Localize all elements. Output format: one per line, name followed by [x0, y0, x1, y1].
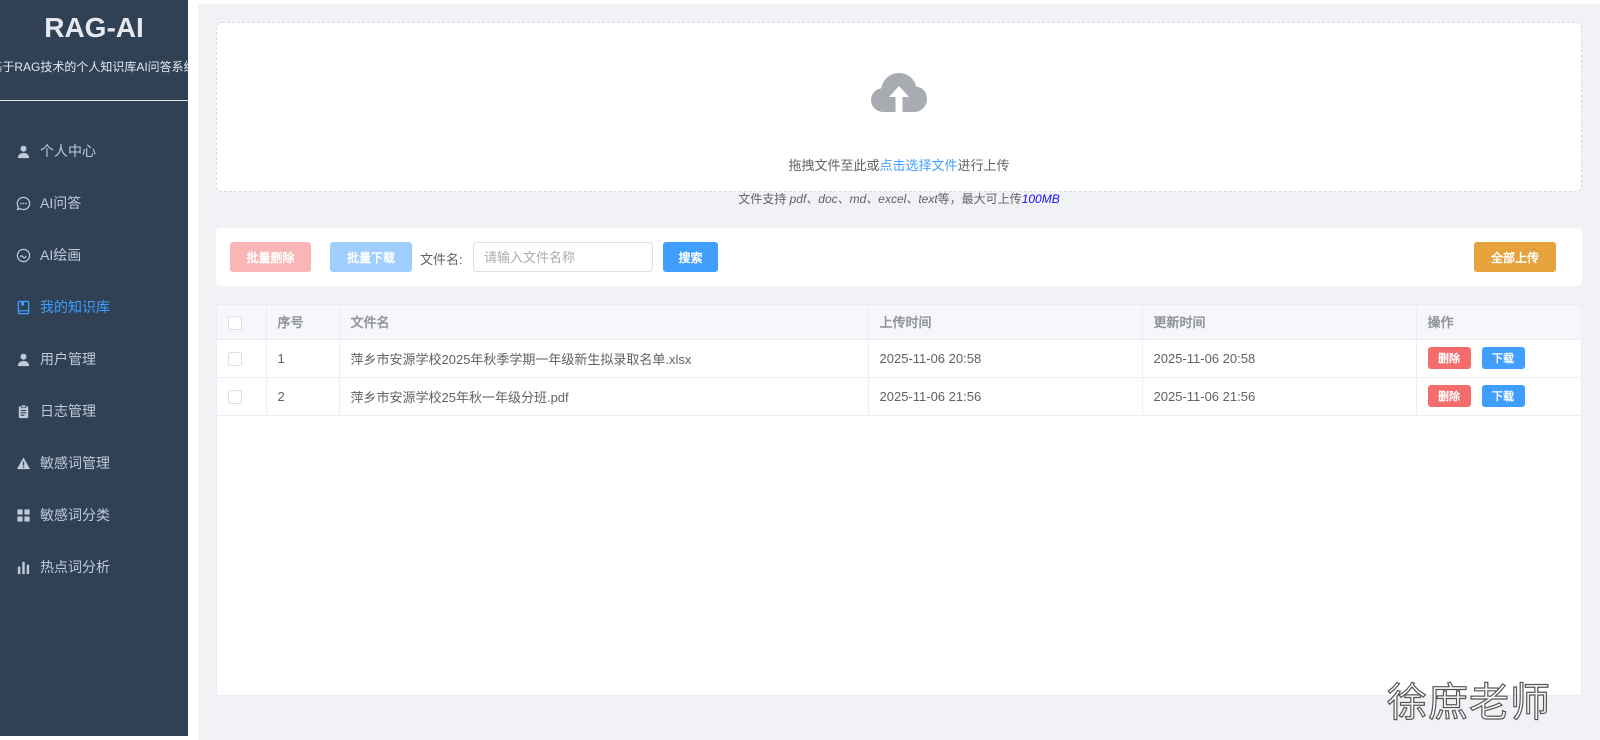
user-icon	[16, 352, 31, 367]
sidebar-menu: 个人中心 AI问答 AI绘画 我的知识库 用户管理 日志管理 敏感词管理 敏感词…	[0, 125, 188, 593]
row-select-cell	[217, 377, 267, 416]
row-update-time: 2025-11-06 20:58	[1142, 339, 1417, 378]
row-checkbox[interactable]	[228, 389, 242, 404]
sidebar-item-label: 日志管理	[40, 403, 96, 419]
row-filename: 萍乡市安源学校25年秋一年级分班.pdf	[339, 377, 869, 416]
sidebar-item-profile[interactable]: 个人中心	[0, 125, 188, 177]
upload-all-button[interactable]: 全部上传	[1474, 242, 1556, 272]
sidebar-item-hot-words[interactable]: 热点词分析	[0, 541, 188, 593]
row-download-button[interactable]: 下载	[1481, 347, 1525, 369]
upload-tip-types: pdf、doc、md、excel、text	[789, 192, 938, 206]
sidebar-item-knowledge-base[interactable]: 我的知识库	[0, 281, 188, 333]
row-update-time: 2025-11-06 21:56	[1142, 377, 1417, 416]
brand: RAG-AI 基于RAG技术的个人知识库AI问答系统	[0, 0, 188, 101]
upload-tip-prefix: 文件支持	[738, 192, 790, 206]
row-delete-button[interactable]: 删除	[1427, 347, 1471, 369]
sidebar-item-log-management[interactable]: 日志管理	[0, 385, 188, 437]
brand-subtitle: 基于RAG技术的个人知识库AI问答系统	[0, 60, 188, 74]
row-select-cell	[217, 339, 267, 378]
row-checkbox[interactable]	[228, 351, 242, 366]
column-header-upload-time: 上传时间	[868, 305, 1143, 340]
grid-icon	[16, 508, 31, 523]
sidebar-item-ai-drawing[interactable]: AI绘画	[0, 229, 188, 281]
sidebar-item-label: AI绘画	[40, 247, 82, 263]
watermark-text: 徐庶老师	[1386, 679, 1551, 726]
row-index: 1	[266, 339, 340, 378]
sidebar-item-label: 敏感词分类	[40, 507, 110, 523]
bar-chart-icon	[16, 560, 31, 575]
sidebar: RAG-AI 基于RAG技术的个人知识库AI问答系统 个人中心 AI问答 AI绘…	[0, 0, 188, 736]
file-table: 序号 文件名 上传时间 更新时间 操作 1 萍乡市安源学校2025年秋季学期一年…	[216, 304, 1582, 696]
row-actions: 删除 下载	[1416, 377, 1581, 416]
select-all-cell	[217, 305, 267, 340]
row-actions: 删除 下载	[1416, 339, 1581, 378]
row-upload-time: 2025-11-06 21:56	[868, 377, 1143, 416]
upload-dropzone[interactable]: 拖拽文件至此或点击选择文件进行上传	[216, 22, 1582, 192]
main-content: 拖拽文件至此或点击选择文件进行上传 文件支持 pdf、doc、md、excel、…	[198, 4, 1600, 740]
sidebar-item-label: 敏感词管理	[40, 455, 110, 471]
table-row: 2 萍乡市安源学校25年秋一年级分班.pdf 2025-11-06 21:56 …	[217, 377, 1581, 416]
toolbar: 批量删除 批量下载 文件名: 搜索 全部上传	[216, 228, 1582, 286]
upload-text-after: 进行上传	[957, 158, 1010, 173]
select-all-checkbox[interactable]	[228, 315, 242, 330]
sidebar-item-label: 用户管理	[40, 351, 96, 367]
row-delete-button[interactable]: 删除	[1427, 385, 1471, 407]
sidebar-item-sensitive-words[interactable]: 敏感词管理	[0, 437, 188, 489]
upload-text-before: 拖拽文件至此或	[788, 158, 880, 173]
row-index: 2	[266, 377, 340, 416]
sidebar-item-label: 热点词分析	[40, 559, 110, 575]
upload-instructions: 拖拽文件至此或点击选择文件进行上传	[217, 155, 1581, 174]
cloud-upload-icon	[871, 73, 927, 112]
clipboard-icon	[16, 404, 31, 419]
row-filename: 萍乡市安源学校2025年秋季学期一年级新生拟录取名单.xlsx	[339, 339, 869, 378]
filename-label: 文件名:	[420, 252, 463, 267]
sidebar-item-sensitive-categories[interactable]: 敏感词分类	[0, 489, 188, 541]
chat-icon	[16, 196, 31, 211]
sidebar-item-label: 个人中心	[40, 143, 96, 159]
upload-tip-max-size: 100MB	[1021, 192, 1060, 206]
row-download-button[interactable]: 下载	[1481, 385, 1525, 407]
sidebar-item-label: 我的知识库	[40, 299, 110, 315]
user-icon	[16, 144, 31, 159]
batch-delete-button[interactable]: 批量删除	[230, 242, 311, 272]
table-header-row: 序号 文件名 上传时间 更新时间 操作	[217, 305, 1581, 340]
select-file-link[interactable]: 点击选择文件	[879, 158, 957, 173]
row-upload-time: 2025-11-06 20:58	[868, 339, 1143, 378]
app-root: RAG-AI 基于RAG技术的个人知识库AI问答系统 个人中心 AI问答 AI绘…	[0, 0, 1600, 740]
column-header-update-time: 更新时间	[1142, 305, 1417, 340]
upload-tip-mid: 等，最大可上传	[937, 192, 1022, 206]
column-header-actions: 操作	[1416, 305, 1581, 340]
column-header-filename: 文件名	[339, 305, 869, 340]
warning-icon	[16, 456, 31, 471]
batch-download-button[interactable]: 批量下载	[330, 242, 412, 272]
search-button[interactable]: 搜索	[663, 242, 718, 272]
palette-icon	[16, 248, 31, 263]
book-icon	[16, 300, 31, 315]
filename-search-input[interactable]	[473, 242, 653, 272]
sidebar-item-label: AI问答	[40, 195, 82, 211]
sidebar-item-ai-qa[interactable]: AI问答	[0, 177, 188, 229]
brand-title: RAG-AI	[44, 12, 144, 43]
table-row: 1 萍乡市安源学校2025年秋季学期一年级新生拟录取名单.xlsx 2025-1…	[217, 339, 1581, 378]
sidebar-item-user-management[interactable]: 用户管理	[0, 333, 188, 385]
upload-tip: 文件支持 pdf、doc、md、excel、text等，最大可上传100MB	[198, 190, 1600, 207]
column-header-index: 序号	[266, 305, 340, 340]
